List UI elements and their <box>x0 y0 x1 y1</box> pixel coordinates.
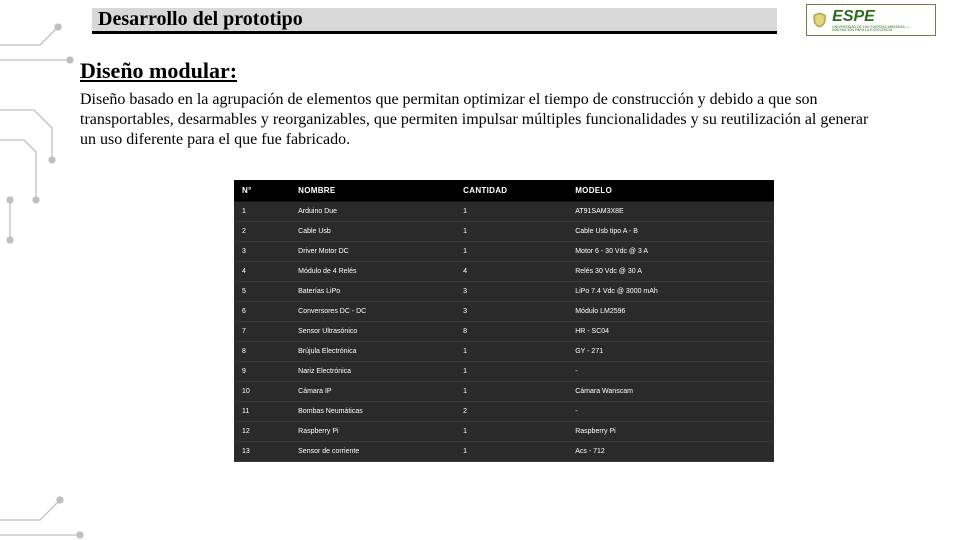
table-row: 12Raspberry Pi1Raspberry Pi <box>234 422 774 442</box>
slide-title: Desarrollo del prototipo <box>98 8 303 31</box>
table-row: 6Conversores DC - DC3Módulo LM2596 <box>234 302 774 322</box>
section-heading: Diseño modular: <box>80 58 237 84</box>
table-row: 9Nariz Electrónica1- <box>234 362 774 382</box>
table-row: 8Brújula Electrónica1GY - 271 <box>234 342 774 362</box>
cell-modelo: Acs - 712 <box>567 442 774 462</box>
cell-modelo: Raspberry Pi <box>567 422 774 442</box>
cell-cantidad: 1 <box>455 202 567 222</box>
col-cantidad: CANTIDAD <box>455 180 567 202</box>
cell-nombre: Brújula Electrónica <box>290 342 455 362</box>
logo-text: ESPE <box>832 8 931 26</box>
cell-cantidad: 1 <box>455 442 567 462</box>
col-nombre: NOMBRE <box>290 180 455 202</box>
cell-n: 8 <box>234 342 290 362</box>
cell-n: 13 <box>234 442 290 462</box>
cell-n: 9 <box>234 362 290 382</box>
table-row: 5Baterías LiPo3LiPo 7.4 Vdc @ 3000 mAh <box>234 282 774 302</box>
cell-nombre: Driver Motor DC <box>290 242 455 262</box>
cell-modelo: AT91SAM3X8E <box>567 202 774 222</box>
logo-subtext: UNIVERSIDAD DE LAS FUERZAS ARMADAS — INN… <box>832 26 931 33</box>
cell-nombre: Cámara IP <box>290 382 455 402</box>
table-row: 13Sensor de corriente1Acs - 712 <box>234 442 774 462</box>
cell-modelo: - <box>567 402 774 422</box>
cell-n: 3 <box>234 242 290 262</box>
cell-cantidad: 1 <box>455 382 567 402</box>
cell-modelo: Relés 30 Vdc @ 30 A <box>567 262 774 282</box>
cell-n: 12 <box>234 422 290 442</box>
cell-cantidad: 4 <box>455 262 567 282</box>
cell-n: 11 <box>234 402 290 422</box>
table-row: 1Arduino Due1AT91SAM3X8E <box>234 202 774 222</box>
cell-nombre: Raspberry Pi <box>290 422 455 442</box>
cell-modelo: Cámara Wanscam <box>567 382 774 402</box>
table-row: 10Cámara IP1Cámara Wanscam <box>234 382 774 402</box>
shield-icon <box>811 8 828 32</box>
cell-modelo: Cable Usb tipo A - B <box>567 222 774 242</box>
cell-n: 6 <box>234 302 290 322</box>
cell-n: 4 <box>234 262 290 282</box>
cell-cantidad: 1 <box>455 422 567 442</box>
cell-modelo: Motor 6 - 30 Vdc @ 3 A <box>567 242 774 262</box>
cell-n: 10 <box>234 382 290 402</box>
logo-espe: ESPE UNIVERSIDAD DE LAS FUERZAS ARMADAS … <box>806 4 936 36</box>
components-table: N° NOMBRE CANTIDAD MODELO 1Arduino Due1A… <box>234 180 774 462</box>
cell-nombre: Cable Usb <box>290 222 455 242</box>
cell-cantidad: 1 <box>455 222 567 242</box>
cell-nombre: Módulo de 4 Relés <box>290 262 455 282</box>
cell-cantidad: 8 <box>455 322 567 342</box>
cell-nombre: Bombas Neumáticas <box>290 402 455 422</box>
cell-cantidad: 3 <box>455 302 567 322</box>
cell-n: 7 <box>234 322 290 342</box>
table-header-row: N° NOMBRE CANTIDAD MODELO <box>234 180 774 202</box>
cell-nombre: Conversores DC - DC <box>290 302 455 322</box>
cell-cantidad: 3 <box>455 282 567 302</box>
cell-cantidad: 2 <box>455 402 567 422</box>
cell-modelo: - <box>567 362 774 382</box>
table-row: 4Módulo de 4 Relés4Relés 30 Vdc @ 30 A <box>234 262 774 282</box>
cell-modelo: LiPo 7.4 Vdc @ 3000 mAh <box>567 282 774 302</box>
cell-nombre: Arduino Due <box>290 202 455 222</box>
table-row: 2Cable Usb1Cable Usb tipo A - B <box>234 222 774 242</box>
cell-nombre: Nariz Electrónica <box>290 362 455 382</box>
cell-cantidad: 1 <box>455 362 567 382</box>
title-bar: Desarrollo del prototipo <box>92 8 777 34</box>
cell-modelo: Módulo LM2596 <box>567 302 774 322</box>
cell-n: 1 <box>234 202 290 222</box>
cell-n: 5 <box>234 282 290 302</box>
col-modelo: MODELO <box>567 180 774 202</box>
cell-modelo: HR - SC04 <box>567 322 774 342</box>
cell-nombre: Baterías LiPo <box>290 282 455 302</box>
cell-nombre: Sensor Ultrasónico <box>290 322 455 342</box>
cell-modelo: GY - 271 <box>567 342 774 362</box>
table-row: 11Bombas Neumáticas2- <box>234 402 774 422</box>
table-row: 3Driver Motor DC1Motor 6 - 30 Vdc @ 3 A <box>234 242 774 262</box>
table-row: 7Sensor Ultrasónico8HR - SC04 <box>234 322 774 342</box>
col-num: N° <box>234 180 290 202</box>
cell-n: 2 <box>234 222 290 242</box>
cell-cantidad: 1 <box>455 242 567 262</box>
cell-nombre: Sensor de corriente <box>290 442 455 462</box>
cell-cantidad: 1 <box>455 342 567 362</box>
section-paragraph: Diseño basado en la agrupación de elemen… <box>80 90 880 150</box>
